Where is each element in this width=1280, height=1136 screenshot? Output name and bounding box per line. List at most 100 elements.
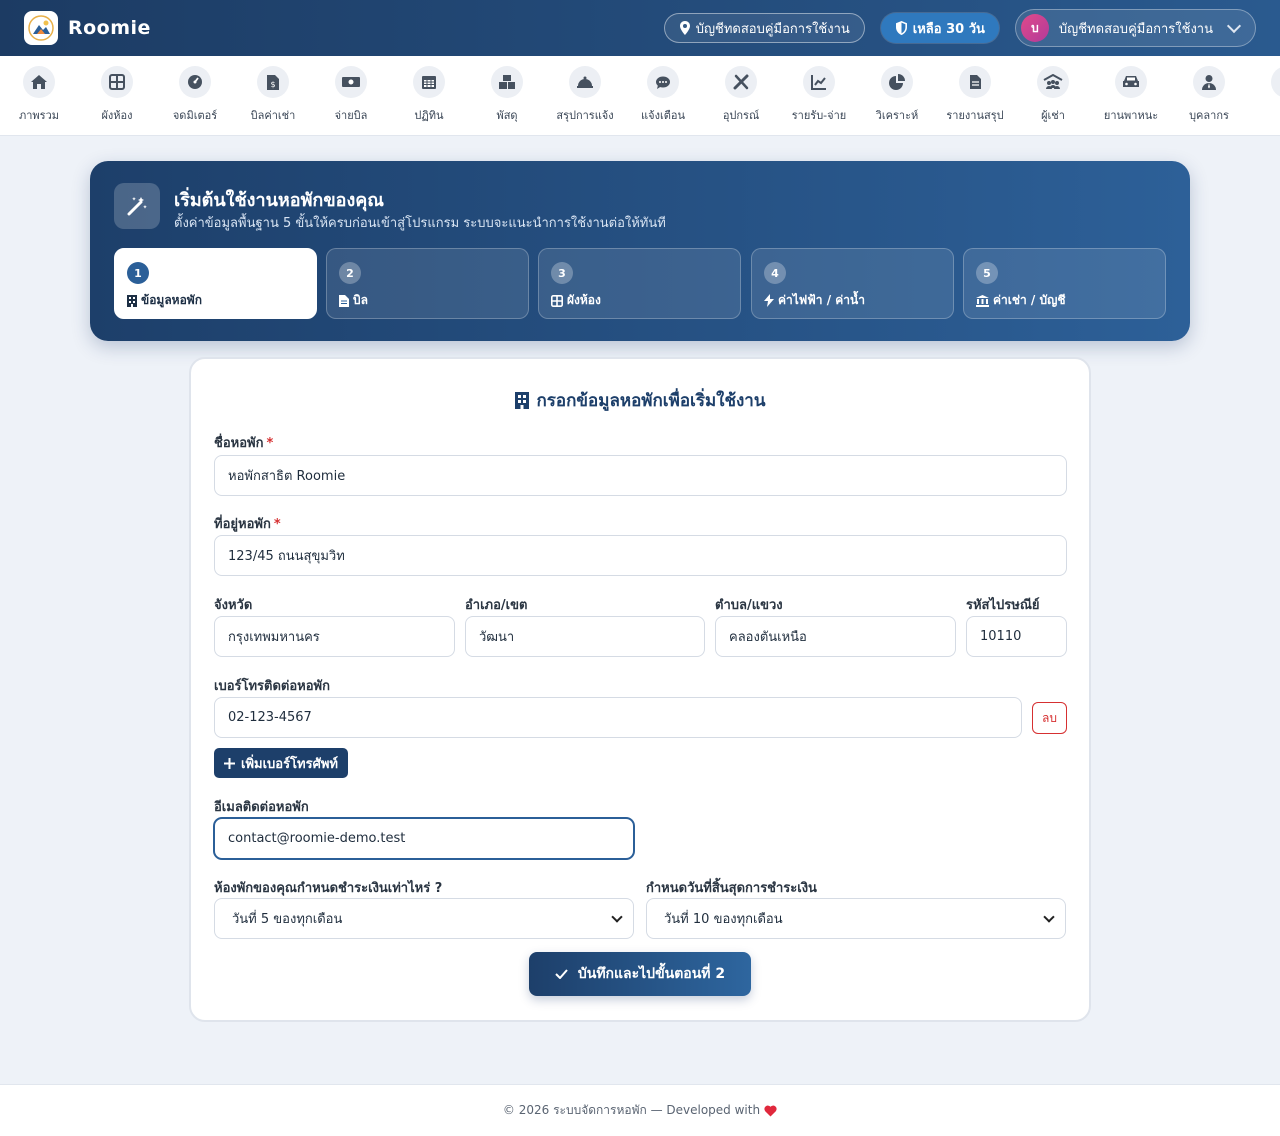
nav-label: อุปกรณ์ — [722, 109, 760, 122]
step-number: 3 — [551, 262, 573, 284]
roomie-logo[interactable] — [24, 11, 58, 45]
step-label: บิล — [353, 293, 368, 307]
nav-label: รายงานสรุป — [946, 109, 1004, 122]
nav-item-tenants[interactable]: ผู้เช่า — [1014, 66, 1092, 124]
province-input[interactable] — [214, 616, 455, 657]
form-title: กรอกข้อมูลหอพักเพื่อเริ่มใช้งาน — [191, 387, 1089, 414]
file-icon — [339, 294, 349, 307]
nav-item-room-layout[interactable]: ผังห้อง — [78, 66, 156, 124]
phone-label: เบอร์โทรติดต่อหอพัก — [214, 679, 330, 694]
map-pin-icon — [679, 21, 690, 35]
nav-label: วิเคราะห์ — [875, 109, 919, 122]
step-5-rent-account[interactable]: 5 ค่าเช่า / บัญชี — [963, 248, 1166, 319]
pay-day-select[interactable]: วันที่ 5 ของทุกเดือน — [214, 898, 634, 939]
location-selector[interactable]: บัญชีทดสอบคู่มือการใช้งาน — [663, 13, 865, 43]
check-icon — [555, 969, 568, 979]
step-label: ผังห้อง — [567, 293, 601, 307]
nav-label: ภาพรวม — [18, 109, 59, 122]
step-3-room-layout[interactable]: 3 ผังห้อง — [538, 248, 741, 319]
footer-text: © 2026 ระบบจัดการหอพัก — Developed with — [502, 1103, 761, 1117]
address-label-text: ที่อยู่หอพัก — [214, 517, 271, 532]
dorm-name-input[interactable] — [214, 455, 1067, 496]
save-label: บันทึกและไปขั้นตอนที่ 2 — [577, 966, 726, 982]
nav-item-pay-bill[interactable]: จ่ายบิล — [312, 66, 390, 124]
car-icon — [1115, 66, 1147, 98]
nav-item-overview[interactable]: ภาพรวม — [0, 66, 78, 124]
form-title-text: กรอกข้อมูลหอพักเพื่อเริ่มใช้งาน — [536, 391, 766, 411]
nav-item-vehicles[interactable]: ยานพาหนะ — [1092, 66, 1170, 124]
location-label: บัญชีทดสอบคู่มือการใช้งาน — [695, 21, 850, 37]
nav-item-report-summary[interactable]: สรุปการแจ้ง — [546, 66, 624, 124]
step-label: ข้อมูลหอพัก — [141, 293, 202, 307]
email-label: อีเมลติดต่อหอพัก — [214, 800, 309, 815]
user-tie-icon — [1193, 66, 1225, 98]
nav-item-equipment[interactable]: อุปกรณ์ — [702, 66, 780, 124]
step-4-utilities[interactable]: 4 ค่าไฟฟ้า / ค่าน้ำ — [751, 248, 954, 319]
plus-icon — [224, 757, 235, 769]
bolt-icon — [764, 294, 774, 307]
nav-label: ปฏิทิน — [414, 109, 444, 122]
invoice-icon: $ — [257, 66, 289, 98]
email-input[interactable] — [214, 818, 634, 859]
district-label: อำเภอ/เขต — [465, 598, 528, 613]
chevron-down-icon — [1226, 18, 1242, 33]
dorm-name-label: ชื่อหอพัก * — [214, 432, 273, 453]
dorm-info-form: กรอกข้อมูลหอพักเพื่อเริ่มใช้งาน ชื่อหอพั… — [189, 357, 1091, 1022]
due-day-select[interactable]: วันที่ 10 ของทุกเดือน — [646, 898, 1066, 939]
nav-item-summary-report[interactable]: รายงานสรุป — [936, 66, 1014, 124]
calendar-icon — [413, 66, 445, 98]
nav-label: รายรับ-จ่าย — [791, 109, 847, 122]
nav-item-parcels[interactable]: พัสดุ — [468, 66, 546, 124]
postcode-label: รหัสไปรษณีย์ — [966, 598, 1040, 613]
add-phone-button[interactable]: เพิ่มเบอร์โทรศัพท์ — [214, 748, 348, 778]
chevron-down-icon — [1043, 911, 1055, 923]
nav-item-rent-bill[interactable]: $ บิลค่าเช่า — [234, 66, 312, 124]
main-nav: ภาพรวม ผังห้อง จดมิเตอร์ $ บิลค่าเช่า จ่… — [0, 56, 1280, 136]
nav-label: บุคลากร — [1189, 109, 1229, 122]
step-1-dorm-info[interactable]: 1 ข้อมูลหอพัก — [114, 248, 317, 319]
user-name: บัญชีทดสอบคู่มือการใช้งาน — [1058, 21, 1213, 37]
nav-item-analytics[interactable]: วิเคราะห์ — [858, 66, 936, 124]
nav-item-meter[interactable]: จดมิเตอร์ — [156, 66, 234, 124]
step-2-bill[interactable]: 2 บิล — [326, 248, 529, 319]
phone-input[interactable] — [214, 697, 1022, 738]
step-number: 2 — [339, 262, 361, 284]
people-roof-icon — [1037, 66, 1069, 98]
nav-label: ผังห้อง — [101, 109, 133, 122]
pay-day-value: วันที่ 5 ของทุกเดือน — [232, 912, 343, 927]
nav-item-calendar[interactable]: ปฏิทิน — [390, 66, 468, 124]
step-number: 4 — [764, 262, 786, 284]
address-input[interactable] — [214, 535, 1067, 576]
grid-icon — [101, 66, 133, 98]
province-label: จังหวัด — [214, 598, 253, 613]
brand-name: Roomie — [68, 17, 151, 39]
grid-icon — [551, 294, 563, 307]
banner-title: เริ่มต้นใช้งานหอพักของคุณ — [174, 190, 384, 211]
nav-item-notifications[interactable]: แจ้งเตือน — [624, 66, 702, 124]
district-input[interactable] — [465, 616, 705, 657]
user-menu[interactable]: บ บัญชีทดสอบคู่มือการใช้งาน — [1014, 9, 1256, 47]
home-icon — [23, 66, 55, 98]
avatar: บ — [1020, 14, 1049, 42]
subdistrict-input[interactable] — [715, 616, 956, 657]
building-icon — [514, 392, 529, 409]
svg-text:$: $ — [270, 80, 275, 89]
required-asterisk: * — [273, 517, 281, 532]
nav-item-staff[interactable]: บุคลากร — [1170, 66, 1248, 124]
gauge-icon — [179, 66, 211, 98]
nav-label: พัสดุ — [496, 109, 518, 122]
nav-label: แจ้งเตือน — [641, 109, 685, 122]
dorm-name-label-text: ชื่อหอพัก — [214, 436, 264, 451]
chat-icon — [647, 66, 679, 98]
nav-label: จ่ายบิล — [334, 109, 368, 122]
shield-icon — [895, 21, 907, 35]
postcode-input[interactable] — [966, 616, 1067, 657]
nav-label: ผู้เช่า — [1041, 109, 1065, 122]
nav-item-income-expense[interactable]: รายรับ-จ่าย — [780, 66, 858, 124]
document-icon — [959, 66, 991, 98]
nav-item-more[interactable]: บ — [1248, 66, 1280, 124]
trial-label: เหลือ 30 วัน — [912, 21, 985, 37]
trial-badge[interactable]: เหลือ 30 วัน — [880, 13, 999, 43]
save-and-next-button[interactable]: บันทึกและไปขั้นตอนที่ 2 — [529, 952, 751, 996]
delete-phone-button[interactable]: ลบ — [1032, 702, 1067, 734]
